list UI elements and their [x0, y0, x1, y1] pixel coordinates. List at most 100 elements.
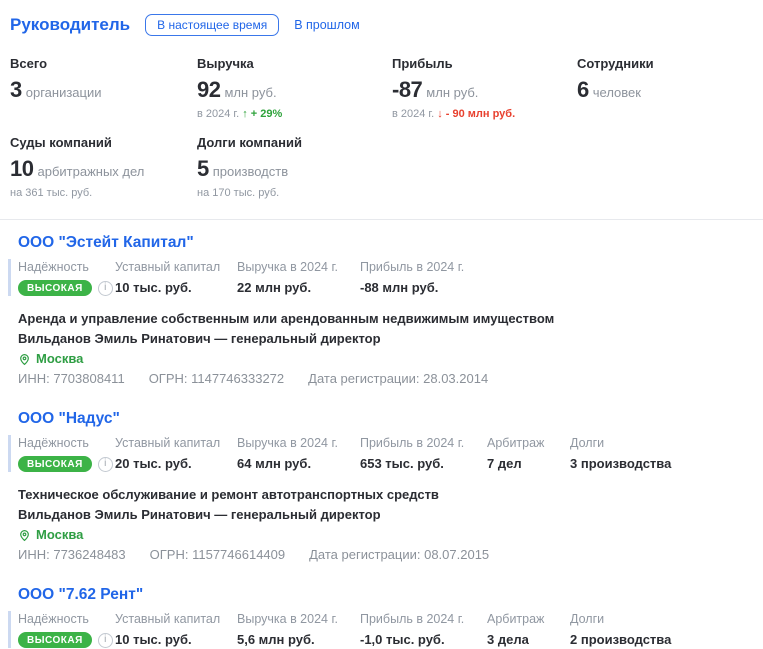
- stat-value: 6: [577, 77, 589, 102]
- company-list: ООО "Эстейт Капитал" Надёжность ВЫСОКАЯ …: [0, 220, 763, 649]
- metric-label: Уставный капитал: [115, 436, 237, 450]
- stat-label: Прибыль: [392, 56, 577, 71]
- metric-label: Долги: [570, 612, 671, 626]
- leader-section: Руководитель В настоящее время В прошлом…: [0, 0, 763, 649]
- metric-capital: Уставный капитал 20 тыс. руб.: [115, 435, 237, 472]
- metric-label: Долги: [570, 436, 671, 450]
- reliability-badge: ВЫСОКАЯ: [18, 632, 92, 648]
- stat-label: Сотрудники: [577, 56, 763, 71]
- reliability-badge: ВЫСОКАЯ: [18, 280, 92, 296]
- metric-capital: Уставный капитал 10 тыс. руб.: [115, 259, 237, 296]
- metric-profit: Прибыль в 2024 г. 653 тыс. руб.: [360, 435, 487, 472]
- stat-unit: арбитражных дел: [37, 164, 144, 179]
- stat-profit: Прибыль -87 млн руб. в 2024 г. ↓ - 90 млн…: [392, 56, 577, 120]
- stat-label: Выручка: [197, 56, 392, 71]
- metric-label: Уставный капитал: [115, 612, 237, 626]
- page-title: Руководитель: [10, 15, 130, 35]
- stat-unit: организации: [26, 85, 102, 100]
- metric-value: 5,6 млн руб.: [237, 632, 360, 647]
- stat-label: Долги компаний: [197, 135, 392, 150]
- metric-label: Прибыль в 2024 г.: [360, 436, 487, 450]
- company-name-link[interactable]: ООО "7.62 Рент": [18, 586, 143, 604]
- metric-revenue: Выручка в 2024 г. 5,6 млн руб.: [237, 611, 360, 648]
- metric-label: Арбитраж: [487, 612, 570, 626]
- metric-debts: Долги 3 производства: [570, 435, 671, 472]
- stat-value: 3: [10, 77, 22, 102]
- metric-capital: Уставный капитал 10 тыс. руб.: [115, 611, 237, 648]
- stat-label: Суды компаний: [10, 135, 197, 150]
- filter-past-link[interactable]: В прошлом: [294, 18, 360, 32]
- metric-label: Надёжность: [18, 436, 115, 450]
- metric-label: Надёжность: [18, 612, 115, 626]
- metric-label: Надёжность: [18, 260, 115, 274]
- company-card: ООО "Эстейт Капитал" Надёжность ВЫСОКАЯ …: [0, 234, 763, 389]
- stat-value: 10: [10, 156, 33, 181]
- stat-debts: Долги компаний 5производств на 170 тыс. …: [197, 135, 392, 199]
- company-metrics: Надёжность ВЫСОКАЯ i Уставный капитал 20…: [8, 435, 763, 472]
- director-text: Вильданов Эмиль Ринатович — генеральный …: [18, 329, 763, 349]
- metric-revenue: Выручка в 2024 г. 22 млн руб.: [237, 259, 360, 296]
- stat-note: в 2024 г. ↑ + 29%: [197, 108, 392, 120]
- location-pin-icon: [18, 529, 31, 542]
- metric-value: 10 тыс. руб.: [115, 632, 237, 647]
- location-pin-icon: [18, 353, 31, 366]
- metric-reliability: Надёжность ВЫСОКАЯ i: [18, 435, 115, 472]
- stat-value: 92: [197, 77, 220, 102]
- stat-note: в 2024 г. ↓ - 90 млн руб.: [392, 108, 577, 120]
- registry-row: ИНН: 7736248483 ОГРН: 1157746614409 Дата…: [18, 545, 763, 565]
- metric-value: 20 тыс. руб.: [115, 456, 237, 471]
- metric-value: 22 млн руб.: [237, 280, 360, 295]
- stat-courts: Суды компаний 10 арбитражных дел на 361 т…: [10, 135, 197, 199]
- ogrn-value: ОГРН: 1147746333272: [149, 369, 284, 389]
- metric-value: 653 тыс. руб.: [360, 456, 487, 471]
- metric-value: 7 дел: [487, 456, 570, 471]
- metric-profit: Прибыль в 2024 г. -1,0 тыс. руб.: [360, 611, 487, 648]
- activity-text: Аренда и управление собственным или арен…: [18, 309, 763, 329]
- stat-unit: млн руб.: [224, 85, 276, 100]
- metric-label: Выручка в 2024 г.: [237, 260, 360, 274]
- stat-value: -87: [392, 77, 422, 102]
- metric-value: 3 дела: [487, 632, 570, 647]
- city-row: Москва: [18, 349, 763, 369]
- reg-date-value: Дата регистрации: 28.03.2014: [308, 369, 488, 389]
- company-name-link[interactable]: ООО "Эстейт Капитал": [18, 234, 194, 252]
- stat-total: Всего 3организации: [10, 56, 197, 120]
- inn-value: ИНН: 7703808411: [18, 369, 125, 389]
- metric-arbitration: Арбитраж 7 дел: [487, 435, 570, 472]
- metric-value: -1,0 тыс. руб.: [360, 632, 487, 647]
- metric-label: Прибыль в 2024 г.: [360, 260, 487, 274]
- metric-profit: Прибыль в 2024 г. -88 млн руб.: [360, 259, 487, 296]
- stat-value: 5: [197, 156, 209, 181]
- metric-arbitration: Арбитраж 3 дела: [487, 611, 570, 648]
- activity-text: Техническое обслуживание и ремонт автотр…: [18, 485, 763, 505]
- director-text: Вильданов Эмиль Ринатович — генеральный …: [18, 505, 763, 525]
- info-icon[interactable]: i: [98, 633, 113, 648]
- inn-value: ИНН: 7736248483: [18, 545, 126, 565]
- metric-label: Выручка в 2024 г.: [237, 612, 360, 626]
- stat-revenue: Выручка 92 млн руб. в 2024 г. ↑ + 29%: [197, 56, 392, 120]
- metric-label: Уставный капитал: [115, 260, 237, 274]
- summary-stats: Всего 3организации Выручка 92млн руб. в …: [0, 38, 763, 199]
- company-card: ООО "7.62 Рент" Надёжность ВЫСОКАЯ i Уст…: [0, 586, 763, 649]
- company-name-link[interactable]: ООО "Надус": [18, 410, 120, 428]
- stat-unit: млн руб.: [426, 85, 478, 100]
- city-row: Москва: [18, 525, 763, 545]
- metric-reliability: Надёжность ВЫСОКАЯ i: [18, 611, 115, 648]
- reg-date-value: Дата регистрации: 08.07.2015: [309, 545, 489, 565]
- metric-label: Выручка в 2024 г.: [237, 436, 360, 450]
- stat-employees: Сотрудники 6 человек: [577, 56, 763, 120]
- city-label: Москва: [36, 525, 83, 545]
- info-icon[interactable]: i: [98, 281, 113, 296]
- stat-unit: человек: [593, 85, 641, 100]
- info-icon[interactable]: i: [98, 457, 113, 472]
- metric-value: 10 тыс. руб.: [115, 280, 237, 295]
- stat-sub: на 361 тыс. руб.: [10, 187, 197, 199]
- metric-revenue: Выручка в 2024 г. 64 млн руб.: [237, 435, 360, 472]
- metric-label: Прибыль в 2024 г.: [360, 612, 487, 626]
- metric-value: -88 млн руб.: [360, 280, 487, 295]
- filter-current-button[interactable]: В настоящее время: [145, 14, 279, 36]
- trend-down-arrow: ↓ - 90 млн руб.: [437, 108, 515, 120]
- metric-value: 2 производства: [570, 632, 671, 647]
- metric-value: 3 производства: [570, 456, 671, 471]
- metric-reliability: Надёжность ВЫСОКАЯ i: [18, 259, 115, 296]
